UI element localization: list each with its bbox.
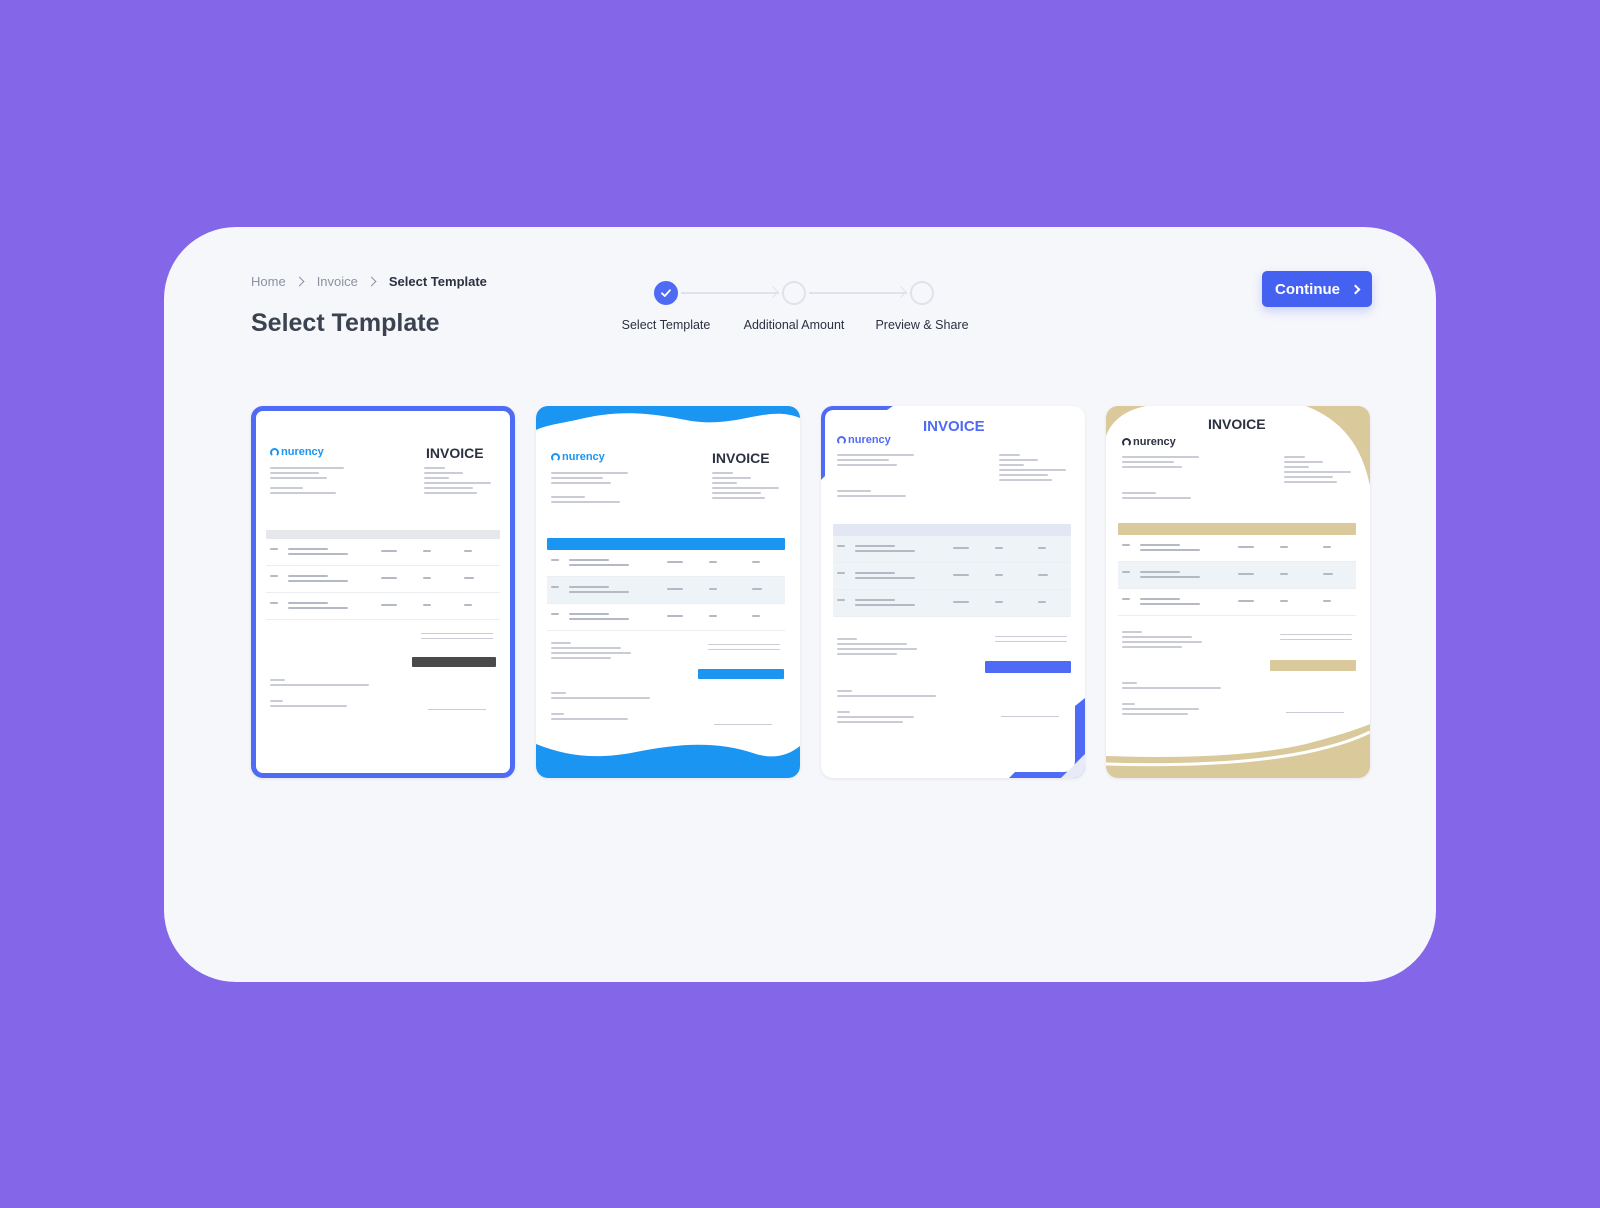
page-background: { "breadcrumb": { "home": "Home", "invoi… <box>0 0 1600 1208</box>
template-card-panel: Home Invoice Select Template Select Temp… <box>164 227 1436 982</box>
template-option-gold-curve[interactable]: INVOICE nurency <box>1106 406 1370 778</box>
invoice-heading: INVOICE <box>712 450 770 466</box>
signature-line <box>428 709 486 710</box>
continue-button[interactable]: Continue <box>1262 271 1372 307</box>
invoice-heading: INVOICE <box>923 418 985 435</box>
template-option-classic[interactable]: nurency INVOICE <box>251 406 515 778</box>
bank-info <box>551 642 651 662</box>
step-1-node[interactable] <box>654 281 678 305</box>
chevron-right-icon <box>366 276 377 287</box>
step-3-label: Preview & Share <box>875 318 969 332</box>
signature-line <box>1286 712 1344 713</box>
template-option-corner-indigo[interactable]: INVOICE nurency <box>821 406 1085 778</box>
continue-label: Continue <box>1275 280 1340 298</box>
notes-section <box>551 692 661 723</box>
progress-stepper: Select Template Additional Amount Previe… <box>621 281 991 341</box>
breadcrumb-invoice[interactable]: Invoice <box>317 274 358 289</box>
breadcrumb-current: Select Template <box>388 274 487 289</box>
notes-section <box>1122 682 1232 718</box>
recipient-details <box>1284 456 1354 486</box>
page-title: Select Template <box>251 309 440 337</box>
brand-logo: nurency <box>1122 436 1176 448</box>
subtotal-lines <box>1280 634 1352 644</box>
breadcrumb-home[interactable]: Home <box>251 274 286 289</box>
notes-section <box>270 679 380 710</box>
invoice-heading: INVOICE <box>1208 416 1266 432</box>
brand-logo: nurency <box>551 451 605 463</box>
items-table <box>1118 523 1356 616</box>
subtotal-lines <box>995 636 1067 646</box>
step-1-label: Select Template <box>621 318 711 332</box>
total-bar <box>698 669 784 679</box>
brand-logo: nurency <box>837 434 891 446</box>
sender-details <box>837 454 923 500</box>
step-2-node[interactable] <box>782 281 806 305</box>
chevron-right-icon <box>1350 284 1361 294</box>
step-connector <box>809 292 907 294</box>
breadcrumb: Home Invoice Select Template <box>251 274 487 289</box>
step-3-node[interactable] <box>910 281 934 305</box>
subtotal-lines <box>421 633 493 643</box>
recipient-details <box>712 472 782 502</box>
sender-details <box>1122 456 1208 502</box>
bank-info <box>837 638 937 658</box>
items-table <box>547 538 785 631</box>
sender-details <box>551 472 637 506</box>
arrow-right-icon <box>767 286 779 298</box>
template-option-wave-blue[interactable]: nurency INVOICE <box>536 406 800 778</box>
total-bar <box>412 657 496 667</box>
chevron-right-icon <box>294 276 305 287</box>
signature-line <box>714 724 772 725</box>
signature-line <box>1001 716 1059 717</box>
brand-logo: nurency <box>270 446 324 458</box>
check-icon <box>661 289 671 297</box>
items-table <box>266 530 500 620</box>
subtotal-lines <box>708 644 780 654</box>
recipient-details <box>999 454 1069 484</box>
sender-details <box>270 467 352 497</box>
items-table <box>833 524 1071 617</box>
total-bar <box>1270 660 1356 671</box>
arrow-right-icon <box>895 286 907 298</box>
step-2-label: Additional Amount <box>743 318 845 332</box>
recipient-details <box>424 467 494 497</box>
step-connector <box>681 292 779 294</box>
total-bar <box>985 661 1071 673</box>
notes-section <box>837 690 947 726</box>
bank-info <box>1122 631 1222 651</box>
invoice-heading: INVOICE <box>426 445 484 461</box>
